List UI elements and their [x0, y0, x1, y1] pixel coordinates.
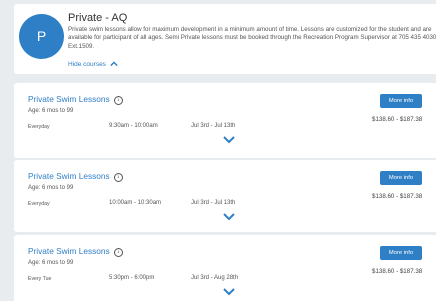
course-age: Age: 6 mos to 99: [28, 185, 74, 191]
page: P Private - AQ Private swim lessons allo…: [0, 0, 436, 301]
more-info-button[interactable]: More info: [380, 246, 422, 260]
chevron-down-icon[interactable]: [223, 288, 235, 296]
course-title-link[interactable]: Private Swim Lessons i: [28, 246, 123, 257]
program-title: Private - AQ: [68, 12, 128, 24]
info-icon[interactable]: i: [113, 173, 123, 182]
course-time: 5:30pm - 6:00pm: [109, 275, 155, 281]
more-info-button[interactable]: More info: [380, 171, 422, 185]
course-card: Private Swim Lessons i Age: 6 mos to 99 E…: [14, 160, 436, 232]
course-title-link[interactable]: Private Swim Lessons i: [28, 171, 123, 182]
course-card: Private Swim Lessons i Age: 6 mos to 99 E…: [14, 83, 436, 158]
info-icon[interactable]: i: [113, 96, 123, 105]
course-time: 9:30am - 10:00am: [109, 123, 158, 129]
course-price: $138.60 - $187.38: [372, 193, 423, 200]
course-age: Age: 6 mos to 99: [28, 260, 74, 266]
course-day: Everyday: [28, 201, 50, 207]
course-dates: Jul 3rd - Aug 28th: [191, 275, 239, 281]
course-dates: Jul 3rd - Jul 13th: [191, 200, 236, 206]
info-icon[interactable]: i: [113, 248, 123, 257]
hide-courses-label: Hide courses: [68, 61, 106, 68]
course-price: $138.60 - $187.38: [372, 116, 423, 123]
program-avatar: P: [19, 14, 64, 59]
chevron-down-icon[interactable]: [223, 136, 235, 144]
course-day: Every Tue: [28, 276, 52, 282]
course-age: Age: 6 mos to 99: [28, 108, 74, 114]
course-title: Private Swim Lessons: [28, 94, 110, 104]
hide-courses-link[interactable]: Hide courses: [68, 61, 118, 68]
course-time: 10:00am - 10:30am: [109, 200, 162, 206]
program-description: Private swim lessons allow for maximum d…: [68, 26, 436, 50]
more-info-button[interactable]: More info: [380, 94, 422, 108]
program-header: P Private - AQ Private swim lessons allo…: [14, 4, 436, 74]
course-title: Private Swim Lessons: [28, 171, 110, 181]
chevron-up-icon: [110, 61, 118, 67]
course-title: Private Swim Lessons: [28, 246, 110, 256]
course-dates: Jul 3rd - Jul 13th: [191, 123, 236, 129]
course-card: Private Swim Lessons i Age: 6 mos to 99 E…: [14, 235, 436, 301]
chevron-down-icon[interactable]: [223, 213, 235, 221]
course-day: Everyday: [28, 124, 50, 130]
course-price: $138.60 - $187.38: [372, 268, 423, 275]
course-title-link[interactable]: Private Swim Lessons i: [28, 94, 123, 105]
